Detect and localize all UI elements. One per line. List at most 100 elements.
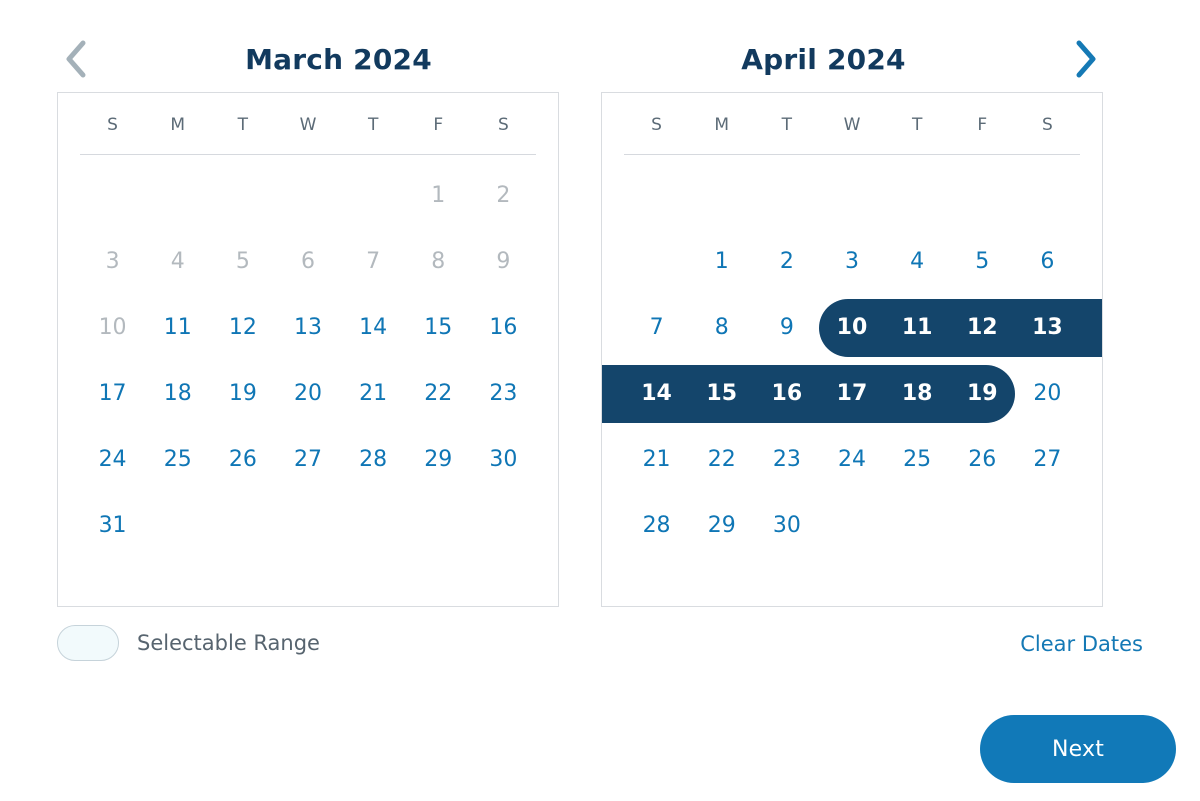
week-row: 21 22 23 24 25 26 27 bbox=[624, 427, 1080, 493]
day-cell-disabled: 10 bbox=[80, 295, 145, 361]
day-cell[interactable]: 15 bbox=[406, 295, 471, 361]
day-cell[interactable]: 28 bbox=[624, 493, 689, 559]
day-cell-disabled: 3 bbox=[80, 229, 145, 295]
day-cell[interactable]: 27 bbox=[1015, 427, 1080, 493]
clear-dates-button[interactable]: Clear Dates bbox=[1020, 632, 1143, 656]
chevron-left-icon[interactable] bbox=[56, 30, 96, 88]
weekday-header-left: S M T W T F S bbox=[58, 115, 558, 135]
day-grid-left: 1 2 3 4 5 6 7 8 9 10 11 12 13 14 15 16 17 18 19 20 21 22 23 24 2… bbox=[58, 163, 558, 559]
day-cell[interactable]: 30 bbox=[471, 427, 536, 493]
next-button[interactable]: Next bbox=[980, 715, 1176, 783]
day-cell[interactable]: 3 bbox=[819, 229, 884, 295]
weekday-label: F bbox=[977, 115, 988, 135]
day-cell-selected[interactable]: 18 bbox=[885, 361, 950, 427]
calendar-month-left: S M T W T F S 1 2 3 4 5 6 7 8 9 10 11 12 13 14 15 16 17 1… bbox=[57, 92, 559, 607]
day-cell[interactable]: 2 bbox=[754, 229, 819, 295]
day-cell[interactable]: 8 bbox=[689, 295, 754, 361]
week-row bbox=[624, 163, 1080, 229]
day-grid-right: 1 2 3 4 5 6 7 8 9 10 11 12 13 14 15 16 17 18 19 20 21 22 23 24 2… bbox=[602, 163, 1102, 559]
month-title-right: April 2024 bbox=[741, 42, 906, 76]
day-cell[interactable]: 13 bbox=[275, 295, 340, 361]
day-cell-selected[interactable]: 10 bbox=[819, 295, 884, 361]
day-cell[interactable]: 23 bbox=[754, 427, 819, 493]
day-cell-selected[interactable]: 15 bbox=[689, 361, 754, 427]
weekday-label: M bbox=[170, 115, 186, 135]
day-cell[interactable]: 20 bbox=[275, 361, 340, 427]
weekday-label: W bbox=[299, 115, 317, 135]
day-cell-selected[interactable]: 13 bbox=[1015, 295, 1080, 361]
weekday-label: T bbox=[781, 115, 793, 135]
weekday-label: S bbox=[498, 115, 509, 135]
weekday-divider bbox=[80, 154, 536, 155]
day-cell[interactable]: 24 bbox=[819, 427, 884, 493]
day-cell[interactable]: 22 bbox=[689, 427, 754, 493]
week-row: 7 8 9 10 11 12 13 bbox=[624, 295, 1102, 361]
day-cell-disabled: 8 bbox=[406, 229, 471, 295]
day-cell[interactable]: 24 bbox=[80, 427, 145, 493]
day-cell[interactable]: 23 bbox=[471, 361, 536, 427]
day-cell-disabled: 4 bbox=[145, 229, 210, 295]
month-title-left: March 2024 bbox=[245, 42, 432, 76]
week-row: 17 18 19 20 21 22 23 bbox=[80, 361, 536, 427]
day-cell[interactable]: 25 bbox=[145, 427, 210, 493]
day-cell[interactable]: 27 bbox=[275, 427, 340, 493]
day-cell[interactable]: 21 bbox=[624, 427, 689, 493]
day-cell-selected[interactable]: 12 bbox=[950, 295, 1015, 361]
day-cell-disabled: 7 bbox=[341, 229, 406, 295]
week-row: 14 15 16 17 18 19 20 bbox=[602, 361, 1080, 427]
day-cell[interactable]: 18 bbox=[145, 361, 210, 427]
day-cell[interactable]: 26 bbox=[950, 427, 1015, 493]
day-cell[interactable]: 17 bbox=[80, 361, 145, 427]
day-cell[interactable]: 16 bbox=[471, 295, 536, 361]
day-cell-disabled: 9 bbox=[471, 229, 536, 295]
weekday-header-right: S M T W T F S bbox=[602, 115, 1102, 135]
weekday-label: T bbox=[237, 115, 249, 135]
week-row: 28 29 30 bbox=[624, 493, 1080, 559]
day-cell-selected[interactable]: 16 bbox=[754, 361, 819, 427]
day-cell[interactable]: 19 bbox=[210, 361, 275, 427]
day-cell[interactable]: 28 bbox=[341, 427, 406, 493]
weekday-label: T bbox=[367, 115, 379, 135]
chevron-right-icon[interactable] bbox=[1066, 30, 1106, 88]
day-cell[interactable]: 21 bbox=[341, 361, 406, 427]
day-cell[interactable]: 29 bbox=[406, 427, 471, 493]
day-cell[interactable]: 4 bbox=[885, 229, 950, 295]
day-cell-selected[interactable]: 14 bbox=[624, 361, 689, 427]
day-cell[interactable]: 12 bbox=[210, 295, 275, 361]
week-row: 123456 bbox=[624, 229, 1080, 295]
day-cell-disabled: 1 bbox=[406, 163, 471, 229]
day-cell[interactable]: 22 bbox=[406, 361, 471, 427]
day-cell[interactable]: 20 bbox=[1015, 361, 1080, 427]
day-cell-disabled: 6 bbox=[275, 229, 340, 295]
day-cell[interactable]: 11 bbox=[145, 295, 210, 361]
toggle-switch-track[interactable] bbox=[57, 625, 119, 661]
day-cell[interactable]: 5 bbox=[950, 229, 1015, 295]
day-cell[interactable]: 7 bbox=[624, 295, 689, 361]
day-cell[interactable]: 9 bbox=[754, 295, 819, 361]
weekday-label: T bbox=[911, 115, 923, 135]
weekday-label: M bbox=[714, 115, 730, 135]
calendar-header: March 2024 April 2024 bbox=[56, 30, 1106, 88]
selectable-range-label: Selectable Range bbox=[137, 631, 320, 655]
day-cell[interactable]: 6 bbox=[1015, 229, 1080, 295]
selectable-range-toggle[interactable]: Selectable Range bbox=[57, 625, 320, 661]
calendar-month-right: S M T W T F S 1 2 3 4 5 6 7 8 9 10 11 12 13 14 15 16 17 1… bbox=[601, 92, 1103, 607]
day-cell-selected[interactable]: 11 bbox=[885, 295, 950, 361]
day-cell[interactable]: 26 bbox=[210, 427, 275, 493]
weekday-label: F bbox=[433, 115, 444, 135]
day-cell-selected[interactable]: 17 bbox=[819, 361, 884, 427]
week-row: 31 bbox=[80, 493, 536, 559]
day-cell[interactable]: 14 bbox=[341, 295, 406, 361]
day-cell[interactable]: 30 bbox=[754, 493, 819, 559]
weekday-divider bbox=[624, 154, 1080, 155]
weekday-label: S bbox=[1042, 115, 1053, 135]
weekday-label: S bbox=[107, 115, 118, 135]
day-cell[interactable]: 29 bbox=[689, 493, 754, 559]
day-cell-selected[interactable]: 19 bbox=[950, 361, 1015, 427]
day-cell[interactable]: 1 bbox=[689, 229, 754, 295]
day-cell[interactable]: 25 bbox=[885, 427, 950, 493]
day-cell[interactable]: 31 bbox=[80, 493, 145, 559]
day-cell-disabled: 5 bbox=[210, 229, 275, 295]
week-row: 10 11 12 13 14 15 16 bbox=[80, 295, 536, 361]
weekday-label: W bbox=[843, 115, 861, 135]
